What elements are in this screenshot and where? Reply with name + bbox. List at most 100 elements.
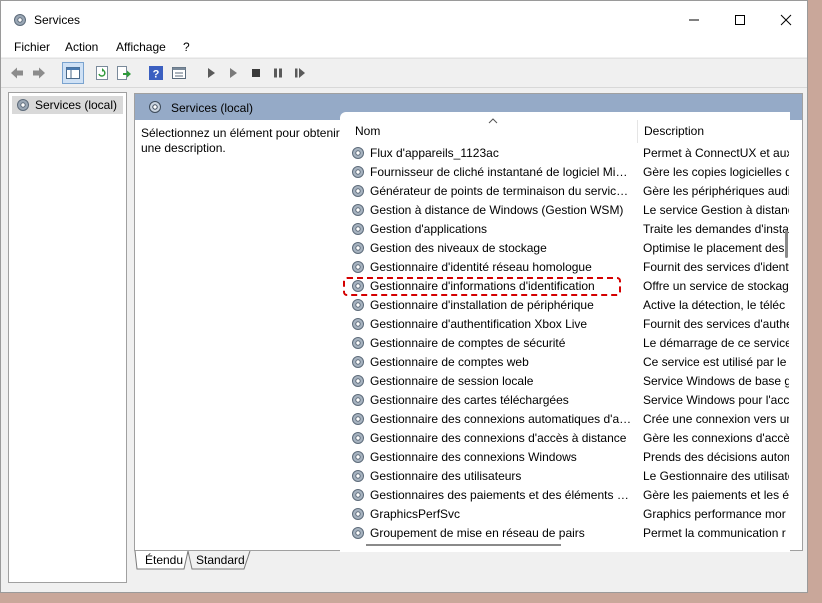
service-row[interactable]: Gestion d'applications Traite les demande… <box>340 220 790 239</box>
service-gear-icon <box>352 489 364 501</box>
service-description: Gère les paiements et les él <box>643 488 789 502</box>
maximize-button[interactable] <box>717 1 763 39</box>
close-icon <box>780 14 792 26</box>
service-row[interactable]: Gestion des niveaux de stockage Optimise … <box>340 239 790 258</box>
view-tabs: Étendu Standard <box>134 551 803 571</box>
service-description: Traite les demandes d'instal <box>643 222 789 236</box>
service-row[interactable]: Gestionnaire de session locale Service Wi… <box>340 372 790 391</box>
pause-service-button[interactable] <box>269 64 287 82</box>
service-row[interactable]: Gestionnaire des cartes téléchargées Serv… <box>340 391 790 410</box>
toolbar: ? <box>1 58 807 88</box>
service-gear-icon <box>352 375 364 387</box>
column-separator[interactable] <box>637 120 638 143</box>
stop-service-button[interactable] <box>247 64 265 82</box>
service-row[interactable]: Fournisseur de cliché instantané de logi… <box>340 163 790 182</box>
service-row[interactable]: Gestionnaire d'identité réseau homologue… <box>340 258 790 277</box>
service-name: Gestionnaire des utilisateurs <box>370 469 522 483</box>
service-row[interactable]: Gestion à distance de Windows (Gestion W… <box>340 201 790 220</box>
service-gear-icon <box>352 204 364 216</box>
service-name: Fournisseur de cliché instantané de logi… <box>370 165 632 179</box>
service-row[interactable]: Gestionnaire des connexions d'accès à di… <box>340 429 790 448</box>
service-description: Gère les périphériques audi <box>643 184 789 198</box>
menu-fichier[interactable]: Fichier <box>14 40 50 54</box>
menu-action[interactable]: Action <box>65 40 98 54</box>
maximize-icon <box>735 15 745 25</box>
back-button[interactable] <box>8 64 26 82</box>
tab-etendu-label: Étendu <box>145 553 184 567</box>
back-arrow-icon <box>11 67 23 79</box>
service-row[interactable]: Gestionnaires des paiements et des éléme… <box>340 486 790 505</box>
service-row[interactable]: Gestionnaire d'installation de périphéri… <box>340 296 790 315</box>
service-gear-icon <box>352 451 364 463</box>
service-row[interactable]: Gestionnaire des utilisateurs Le Gestionn… <box>340 467 790 486</box>
refresh-icon <box>96 66 108 80</box>
console-tree: Services (local) <box>8 92 127 583</box>
services-window: Services Fichier Action Affichage ? ? Se… <box>0 0 808 593</box>
service-description: Service Windows pour l'accè <box>643 393 789 407</box>
service-gear-icon <box>352 527 364 539</box>
service-name: Gestionnaire d'installation de périphéri… <box>370 298 594 312</box>
service-row[interactable]: Gestionnaire des connexions Windows Prend… <box>340 448 790 467</box>
service-description: Permet à ConnectUX et aux <box>643 146 789 160</box>
tab-etendu[interactable]: Étendu <box>136 551 188 569</box>
services-list[interactable]: Nom Description Flux d'appareils_1123ac P… <box>340 112 790 552</box>
service-gear-icon <box>352 508 364 520</box>
service-description: Le démarrage de ce service <box>643 336 789 350</box>
service-gear-icon <box>352 413 364 425</box>
help-button[interactable]: ? <box>147 64 165 82</box>
properties-icon <box>172 67 186 79</box>
service-description: Active la détection, le téléc <box>643 298 786 312</box>
service-row[interactable]: Flux d'appareils_1123ac Permet à ConnectU… <box>340 144 790 163</box>
export-list-icon <box>117 66 131 80</box>
menu-help[interactable]: ? <box>183 40 190 54</box>
description-prompt: Sélectionnez un élément pour obtenir une… <box>141 126 340 155</box>
service-name: Gestionnaire de comptes de sécurité <box>370 336 566 350</box>
tab-standard[interactable]: Standard <box>187 551 249 569</box>
restart-service-button[interactable] <box>291 64 309 82</box>
services-main-pane: Services (local) Sélectionnez un élément… <box>134 93 803 552</box>
properties-button[interactable] <box>170 64 188 82</box>
column-header-description[interactable]: Description <box>644 124 704 138</box>
service-description: Gère les connexions d'accès <box>643 431 789 445</box>
column-header-name[interactable]: Nom <box>355 124 380 138</box>
services-gear-icon <box>17 99 29 111</box>
forward-button[interactable] <box>30 64 48 82</box>
service-row[interactable]: Groupement de mise en réseau de pairs Per… <box>340 524 790 543</box>
tree-item-label: Services (local) <box>35 98 118 112</box>
service-description: Fournit des services d'authe <box>643 317 789 331</box>
service-description: Graphics performance mor <box>643 507 786 521</box>
minimize-button[interactable] <box>671 1 717 39</box>
start-service-alt-button[interactable] <box>224 64 242 82</box>
service-name: Gestion des niveaux de stockage <box>370 241 547 255</box>
service-gear-icon <box>352 337 364 349</box>
minimize-icon <box>689 19 699 21</box>
show-console-tree-button[interactable] <box>62 62 84 84</box>
svg-text:?: ? <box>153 69 160 81</box>
service-row[interactable]: Générateur de points de terminaison du s… <box>340 182 790 201</box>
service-row[interactable]: Gestionnaire des connexions automatiques… <box>340 410 790 429</box>
tree-item-services-local[interactable]: Services (local) <box>12 96 123 114</box>
service-row[interactable]: Gestionnaire de comptes de sécurité Le dé… <box>340 334 790 353</box>
menu-affichage[interactable]: Affichage <box>116 40 166 54</box>
stop-icon <box>252 69 260 77</box>
refresh-button[interactable] <box>93 64 111 82</box>
service-gear-icon <box>352 356 364 368</box>
service-row[interactable]: GraphicsPerfSvc Graphics performance mor <box>340 505 790 524</box>
service-description: Le service Gestion à distanc <box>643 203 789 217</box>
service-row[interactable]: Gestionnaire de comptes web Ce service es… <box>340 353 790 372</box>
horizontal-scrollbar-thumb[interactable] <box>366 544 561 546</box>
service-gear-icon <box>352 223 364 235</box>
export-list-button[interactable] <box>115 64 133 82</box>
service-row[interactable]: Gestionnaire d'authentification Xbox Liv… <box>340 315 790 334</box>
service-description: Fournit des services d'ident <box>643 260 789 274</box>
service-name: Gestion à distance de Windows (Gestion W… <box>370 203 624 217</box>
help-icon: ? <box>149 66 163 81</box>
highlight-annotation <box>343 277 621 296</box>
close-button[interactable] <box>763 1 807 39</box>
service-description: Optimise le placement des <box>643 241 785 255</box>
service-description: Gère les copies logicielles de <box>643 165 789 179</box>
start-service-button[interactable] <box>202 64 220 82</box>
forward-arrow-icon <box>33 67 45 79</box>
vertical-scrollbar-thumb[interactable] <box>785 230 788 258</box>
pane-header-label: Services (local) <box>171 101 254 115</box>
